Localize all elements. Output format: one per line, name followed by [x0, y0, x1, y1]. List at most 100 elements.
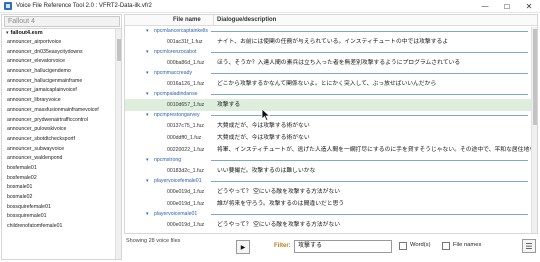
- group-collapse-icon[interactable]: ▾: [146, 210, 149, 219]
- group-collapse-icon[interactable]: ▾: [146, 69, 149, 78]
- result-row[interactable]: 000e019d_1.fuz どうやって？ 空にいる敵を攻撃する方法がない: [125, 186, 532, 198]
- voice-group-header[interactable]: ▾ npcmlorenzocabot: [125, 48, 532, 57]
- voice-type-item[interactable]: announcer_airportvoice: [2, 38, 121, 48]
- file-name-cell: 000ba86d_1.fuz: [167, 60, 205, 66]
- result-row[interactable]: 000e019d_1.fuz 誰が将来を守ろう。攻撃するのは間違いだと思う: [125, 231, 532, 233]
- dialogue-column-header[interactable]: Dialogue/description: [217, 17, 276, 23]
- file-name-cell: 0016a126_1.fuz: [167, 81, 205, 87]
- dialogue-cell: どこから攻撃するかなんて関係ないよ。とにかく突入して、ぶっ放せばいいんだから: [217, 81, 437, 87]
- game-selector-row: Fallout 4: [2, 15, 121, 29]
- results-scrollbar-thumb[interactable]: [533, 29, 537, 125]
- column-header: File name Dialogue/description: [125, 15, 537, 26]
- voice-group-header[interactable]: ▾ npcmmaccready: [125, 69, 532, 78]
- file-name-column-header[interactable]: File name: [173, 17, 201, 23]
- voice-group-name: playervoicemale01: [154, 211, 198, 217]
- group-collapse-icon[interactable]: ▾: [146, 48, 149, 57]
- column-divider[interactable]: [213, 15, 214, 26]
- voice-group-name: npcmstrong: [154, 157, 182, 163]
- mouse-cursor-icon: [261, 108, 271, 122]
- group-divider: [211, 52, 528, 53]
- voice-type-item[interactable]: announcer_hallucigenmainframe: [2, 77, 121, 87]
- dialogue-cell: 大賛成だが、今は攻撃する術がない: [217, 135, 310, 141]
- voice-type-list: announcer_airportvoice announcer_dn035eas…: [2, 38, 121, 232]
- result-row[interactable]: 001ac31f_1.fuz ナイト、お前には使関の任務が与えられている。インステ…: [125, 36, 532, 48]
- dialogue-cell: ナイト、お前には使関の任務が与えられている。インスティチュートの中では攻撃するよ: [217, 39, 449, 45]
- voice-group-header[interactable]: ▾ npcmlancercaptainkells: [125, 27, 532, 36]
- voice-type-item[interactable]: announcer_libraryvoice: [2, 96, 121, 106]
- results-list: ▾ npcmlancercaptainkells 001ac31f_1.fuz ナイト…: [125, 27, 537, 233]
- left-scrollbar-thumb[interactable]: [117, 39, 121, 61]
- minimize-button[interactable]: —: [474, 0, 496, 13]
- file-names-checkbox-label[interactable]: File names: [453, 242, 481, 248]
- dialogue-cell: いい要撮だ。攻撃するのは難しいかな: [217, 168, 316, 174]
- close-button[interactable]: ✕: [518, 0, 540, 13]
- voice-type-item[interactable]: bossquirefemale01: [2, 203, 121, 213]
- file-names-checkbox[interactable]: [442, 242, 450, 250]
- filter-input[interactable]: 攻撃する: [294, 240, 392, 253]
- group-divider: [211, 31, 528, 32]
- bottom-toolbar: Showing 28 voice files ▶ Filter: 攻撃する Wo…: [124, 236, 538, 260]
- result-row[interactable]: 000ba86d_1.fuz ほう、そうか？入達人間の素兵は立ち入った者を無差別攻…: [125, 57, 532, 69]
- words-checkbox[interactable]: [399, 242, 407, 250]
- voice-type-item[interactable]: announcer_sbotdtchecksportf: [2, 135, 121, 145]
- voice-type-item[interactable]: bossquiremale01: [2, 212, 121, 222]
- result-row[interactable]: 00137c75_1.fuz 大賛成だが、今は攻撃する術がない: [125, 120, 532, 132]
- voice-type-panel: Fallout 4 ▾ fallout4.esm announcer_airpo…: [1, 14, 122, 260]
- voice-type-item[interactable]: childrenofatomfemale01: [2, 222, 121, 232]
- expand-toggle-icon[interactable]: ▾: [6, 29, 9, 38]
- dialogue-results-panel: File name Dialogue/description ▾ npcmlanc…: [124, 14, 538, 234]
- left-scrollbar[interactable]: [115, 29, 121, 259]
- menu-button[interactable]: ☰: [522, 239, 536, 253]
- group-divider: [211, 160, 528, 161]
- words-checkbox-label[interactable]: Word(s): [410, 242, 431, 248]
- voice-type-item[interactable]: bosfemale02: [2, 174, 121, 184]
- voice-group-header[interactable]: ▾ playervoicefemale01: [125, 177, 532, 186]
- voice-group-header[interactable]: ▾ npcmprestongarvey: [125, 111, 532, 120]
- voice-type-item[interactable]: announcer_elevatorvoice: [2, 57, 121, 67]
- results-scrollbar[interactable]: [531, 27, 537, 233]
- selected-result-row[interactable]: 0010d657_1.fuz 攻撃する: [125, 99, 532, 111]
- maximize-button[interactable]: ☐: [496, 0, 518, 13]
- result-row[interactable]: 00183d2c_1.fuz いい要撮だ。攻撃するのは難しいかな: [125, 165, 532, 177]
- group-divider: [211, 214, 528, 215]
- voice-group-name: npcmpaladindanse: [154, 91, 198, 97]
- file-name-cell: 00183d2c_1.fuz: [167, 168, 204, 174]
- voice-group-header[interactable]: ▾ npcmpaladindanse: [125, 90, 532, 99]
- dialogue-cell: 誰が将来を守ろう。攻撃するのは間違いだと思う: [217, 231, 344, 233]
- voice-type-item[interactable]: bosfemale01: [2, 164, 121, 174]
- result-row[interactable]: 000ddff0_1.fuz 大賛成だが、今は攻撃する術がない: [125, 132, 532, 144]
- game-selector[interactable]: Fallout 4: [4, 16, 120, 27]
- group-collapse-icon[interactable]: ▾: [146, 90, 149, 99]
- group-divider: [211, 73, 528, 74]
- file-name-cell: 0010d657_1.fuz: [167, 102, 205, 108]
- group-collapse-icon[interactable]: ▾: [146, 156, 149, 165]
- group-collapse-icon[interactable]: ▾: [146, 27, 149, 36]
- result-row[interactable]: 000e019d_1.fuz 誰が将来を守ろう。攻撃するのは間違いだと思う: [125, 198, 532, 210]
- voice-type-item[interactable]: announcer_dn035easycitydowns: [2, 48, 121, 58]
- voice-type-item[interactable]: announcer_massfusionmainframevoicef: [2, 106, 121, 116]
- app-icon: [4, 2, 12, 10]
- voice-type-item[interactable]: bosmale02: [2, 193, 121, 203]
- voice-type-item[interactable]: announcer_pulowskivoice: [2, 125, 121, 135]
- voice-type-item[interactable]: announcer_prydwenairtrafficcontrol: [2, 116, 121, 126]
- play-button[interactable]: ▶: [236, 240, 250, 254]
- voice-type-item[interactable]: announcer_waldenpond: [2, 154, 121, 164]
- group-collapse-icon[interactable]: ▾: [146, 111, 149, 120]
- dialogue-cell: 将軍、インスティチュートが、逃げた人造人間を一網打尽にするのに手を貸すそうじゃな…: [217, 147, 538, 153]
- plugin-root[interactable]: ▾ fallout4.esm: [2, 29, 121, 38]
- file-name-cell: 00220022_1.fuz: [167, 147, 205, 153]
- group-collapse-icon[interactable]: ▾: [146, 177, 149, 186]
- voice-type-item[interactable]: announcer_jamaicaplainvoicef: [2, 86, 121, 96]
- result-row[interactable]: 000e019d_1.fuz どうやって？ 空にいる敵を攻撃する方法がない: [125, 219, 532, 231]
- result-row[interactable]: 00220022_1.fuz 将軍、インスティチュートが、逃げた人造人間を一網打尽…: [125, 144, 537, 156]
- result-row[interactable]: 0016a126_1.fuz どこから攻撃するかなんて関係ないよ。とにかく突入して…: [125, 78, 532, 90]
- dialogue-cell: どうやって？ 空にいる敵を攻撃する方法がない: [217, 222, 341, 228]
- dialogue-cell: ほう、そうか？入達人間の素兵は立ち入った者を無差別攻撃するようにプログラムされて…: [217, 60, 461, 66]
- dialogue-cell: 誰が将来を守ろう。攻撃するのは間違いだと思う: [217, 201, 345, 207]
- voice-type-item[interactable]: announcer_hallucigendemo: [2, 67, 121, 77]
- voice-type-item[interactable]: bosmale01: [2, 183, 121, 193]
- voice-type-item[interactable]: announcer_subwayvoice: [2, 145, 121, 155]
- voice-group-header[interactable]: ▾ npcmstrong: [125, 156, 532, 165]
- group-divider: [211, 115, 528, 116]
- voice-group-header[interactable]: ▾ playervoicemale01: [125, 210, 532, 219]
